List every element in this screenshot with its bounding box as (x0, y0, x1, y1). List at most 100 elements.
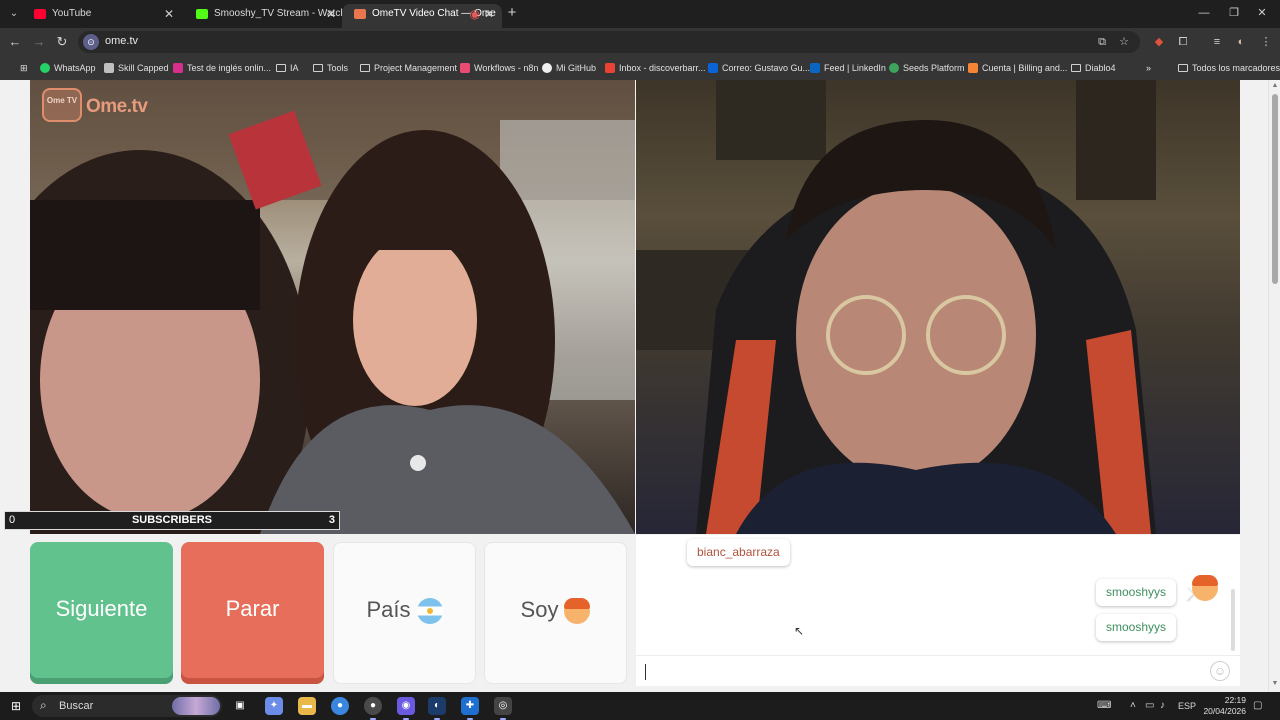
tab-youtube[interactable]: YouTube ✕ (22, 4, 182, 28)
network-icon[interactable]: ▭ (1145, 699, 1154, 713)
taskbar: ⊞ ⌕ Buscar ▣ ✦ ▬ ● ● ◉ ◐ ✚ ◎ ⌨ ˄ ▭ ♪ ESP… (0, 692, 1280, 720)
close-tab-icon[interactable]: ✕ (326, 4, 336, 24)
partner-message: bianc_abarraza (687, 539, 790, 566)
face-hair (564, 598, 591, 610)
extensions-puzzle-icon[interactable]: ⧠ (1174, 33, 1192, 51)
address-bar[interactable]: ⊙ ome.tv ⧉ ☆ (78, 31, 1140, 53)
youtube-icon (34, 9, 46, 19)
restore-button[interactable]: ❐ (1226, 4, 1242, 22)
bookmark-star-icon[interactable]: ☆ (1116, 34, 1132, 50)
gmail-icon (605, 63, 615, 73)
bookmark-label: Workflows - n8n (474, 63, 539, 73)
notifications-icon[interactable]: ▢ (1253, 699, 1262, 713)
outlook-icon (708, 63, 718, 73)
folder-icon (313, 64, 323, 72)
bookmark-whatsapp[interactable]: WhatsApp (40, 60, 96, 76)
tab-ometv[interactable]: OmeTV Video Chat — Ome ◉ ✕ (342, 4, 502, 28)
all-bookmarks-button[interactable]: Todos los marcadores (1178, 60, 1280, 76)
bookmark-folder-diablo4[interactable]: Diablo4 (1071, 60, 1116, 76)
back-button[interactable]: ← (6, 33, 24, 51)
subscribers-label: SUBSCRIBERS (131, 514, 213, 526)
bookmark-folder-project-management[interactable]: Project Management (360, 60, 457, 76)
microphone-icon[interactable]: ♪ (1160, 699, 1165, 713)
ef-icon (173, 63, 183, 73)
chrome-profile-icon[interactable]: ● (364, 697, 382, 720)
close-tab-icon[interactable]: ✕ (164, 4, 174, 24)
bookmark-n8n[interactable]: Workflows - n8n (460, 60, 538, 76)
system-clock[interactable]: 22:19 20/04/2026 (1196, 695, 1246, 717)
stop-button[interactable]: Parar (181, 542, 324, 684)
bookmark-folder-ia[interactable]: IA (276, 60, 299, 76)
bookmark-label: Inbox - discoverbarr... (619, 63, 706, 73)
chat-input[interactable]: ☺ (636, 655, 1240, 686)
whatsapp-icon (40, 63, 50, 73)
bookmark-outlook[interactable]: Correo: Gustavo Gu... (708, 60, 810, 76)
install-app-icon[interactable]: ⧉ (1094, 34, 1110, 50)
my-message: smooshyys (1096, 614, 1177, 641)
page-scrollbar[interactable]: ▲ ▼ (1268, 80, 1280, 692)
bookmark-label: Mi GitHub (556, 63, 597, 73)
bookmark-linkedin[interactable]: Feed | LinkedIn (810, 60, 886, 76)
bookmarks-bar: ⊞ WhatsApp Skill Capped Test de inglés o… (0, 56, 1280, 80)
subscribers-bar: 0 SUBSCRIBERS 3 (4, 511, 340, 530)
apps-icon[interactable]: ⊞ (6, 60, 28, 76)
next-button[interactable]: Siguiente (30, 542, 173, 684)
windows-start-icon[interactable]: ⊞ (9, 699, 23, 713)
menu-icon[interactable]: ⋮ (1257, 33, 1275, 51)
country-button-label: País (366, 597, 411, 622)
folder-icon (276, 64, 286, 72)
chat-scrollbar[interactable] (1231, 589, 1235, 651)
avatar-hair (1192, 575, 1218, 586)
tray-overflow-icon[interactable]: ˄ (1130, 699, 1136, 713)
bookmark-label: Feed | LinkedIn (824, 63, 886, 73)
tab-search-icon[interactable]: ⌄ (6, 6, 22, 22)
language-indicator[interactable]: ESP (1178, 699, 1196, 713)
scroll-down-icon[interactable]: ▼ (1271, 680, 1279, 688)
extension-icon[interactable]: ◆ (1150, 33, 1168, 51)
aws-icon (968, 63, 978, 73)
url-text[interactable]: ome.tv (105, 35, 138, 47)
bookmark-seeds[interactable]: Seeds Platform (889, 60, 965, 76)
bookmark-label: Diablo4 (1085, 63, 1116, 73)
bookmark-aws-billing[interactable]: Cuenta | Billing and... (968, 60, 1067, 76)
folder-icon (1071, 64, 1081, 72)
tab-kick-stream[interactable]: Smooshy_TV Stream - Watch Li ✕ (184, 4, 344, 28)
folder-icon (1178, 64, 1188, 72)
copilot-icon[interactable]: ✦ (265, 697, 283, 715)
chrome-icon[interactable]: ● (331, 697, 349, 715)
scroll-up-icon[interactable]: ▲ (1271, 82, 1279, 90)
keyboard-icon[interactable]: ⌨ (1097, 699, 1111, 713)
taskbar-search[interactable]: ⌕ Buscar (32, 695, 222, 717)
bookmark-github[interactable]: Mi GitHub (542, 60, 596, 76)
discord-icon[interactable]: ◉ (397, 697, 415, 720)
ometv-logo[interactable]: Ome TV Ome.tv (42, 88, 158, 126)
file-explorer-icon[interactable]: ▬ (298, 697, 316, 715)
bookmarks-overflow-button[interactable]: » (1146, 60, 1151, 76)
minimize-button[interactable]: — (1196, 4, 1212, 22)
battlenet-icon[interactable]: ✚ (461, 697, 479, 720)
bookmark-folder-tools[interactable]: Tools (313, 60, 348, 76)
forward-button[interactable]: → (30, 33, 48, 51)
bookmark-gmail[interactable]: Inbox - discoverbarr... (605, 60, 706, 76)
bookmark-label: Tools (327, 63, 349, 73)
recording-icon: ◉ (469, 7, 480, 21)
reload-button[interactable]: ↻ (53, 33, 71, 51)
obs-icon[interactable]: ◎ (494, 697, 512, 720)
bookmark-english-test[interactable]: Test de inglés onlin... (173, 60, 271, 76)
close-window-button[interactable]: ✕ (1254, 4, 1270, 22)
new-tab-button[interactable]: + (504, 4, 520, 22)
flag-sun (426, 608, 433, 615)
site-info-icon[interactable]: ⊙ (83, 34, 99, 50)
task-view-icon[interactable]: ▣ (231, 697, 249, 715)
bookmark-skill-capped[interactable]: Skill Capped (104, 60, 169, 76)
profile-avatar[interactable]: ◐ (1232, 33, 1250, 51)
scroll-thumb[interactable] (1272, 94, 1278, 284)
folder-icon (360, 64, 370, 72)
mouse-cursor-icon: ↖ (794, 624, 805, 638)
media-control-icon[interactable]: ≡ (1208, 33, 1226, 51)
gender-button[interactable]: Soy (484, 542, 627, 684)
steam-icon[interactable]: ◐ (428, 697, 446, 720)
emoji-icon[interactable]: ☺ (1210, 661, 1230, 681)
country-button[interactable]: País (333, 542, 476, 684)
close-tab-icon[interactable]: ✕ (484, 4, 494, 24)
